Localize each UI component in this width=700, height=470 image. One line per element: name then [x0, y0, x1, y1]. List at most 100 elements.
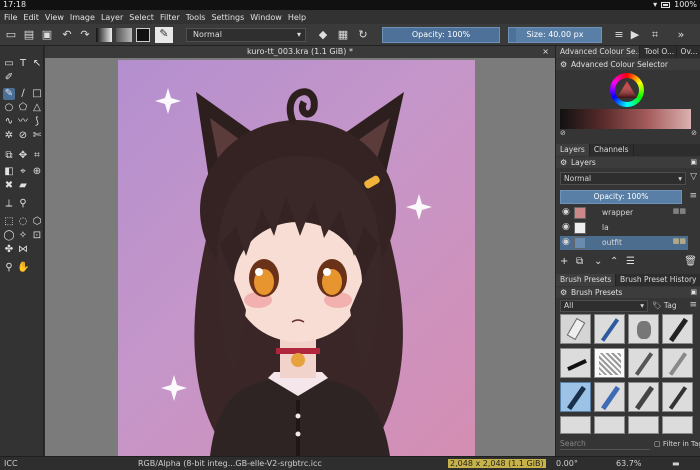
brush-preset-chalk[interactable] [628, 382, 659, 412]
color-picker-icon[interactable]: ⌖ [17, 166, 29, 178]
menu-icon[interactable]: ≡ [689, 300, 697, 310]
crop-tool-icon[interactable]: ⌗ [31, 150, 43, 162]
preset-search-field[interactable]: Search [560, 438, 650, 450]
menu-image[interactable]: Image [70, 13, 95, 22]
layer-opacity-slider[interactable]: Opacity: 100% [560, 190, 682, 204]
preset-filter-select[interactable]: All ▾ [560, 300, 648, 312]
brush-preset-marker[interactable] [662, 314, 693, 344]
properties-icon[interactable]: ☰ [626, 256, 635, 267]
brush-preset-ink[interactable] [560, 348, 591, 378]
crop-icon[interactable]: ⌗ [648, 28, 662, 42]
layer-flags-icon[interactable]: ▦▦ [673, 207, 686, 215]
eye-icon[interactable]: ◉ [562, 237, 570, 247]
color-swap-icon[interactable] [136, 28, 150, 42]
play-icon[interactable]: ▶ [628, 28, 642, 42]
magnetic-select-icon[interactable]: ⋈ [17, 244, 29, 256]
line-tool-icon[interactable]: ∕ [17, 88, 29, 100]
eye-icon[interactable]: ◉ [562, 222, 570, 232]
duplicate-layer-icon[interactable]: ⧉ [576, 256, 583, 267]
layer-row[interactable]: ◉ wrapper ▦▦ [560, 206, 688, 220]
contiguous-select-icon[interactable]: ✧ [17, 230, 29, 242]
menu-file[interactable]: File [4, 13, 17, 22]
menu-help[interactable]: Help [288, 13, 306, 22]
close-icon[interactable]: × [542, 46, 549, 58]
measure-tool-icon[interactable]: ⟂ [3, 198, 15, 210]
tab-preset-history[interactable]: Brush Preset History [616, 274, 700, 286]
transform-tool-icon[interactable]: ⧉ [3, 150, 15, 162]
blend-mode-select[interactable]: Normal ▾ [186, 28, 306, 42]
gradient-swatch[interactable] [96, 28, 112, 42]
layer-row[interactable]: ◉ la [560, 221, 688, 235]
menu-settings[interactable]: Settings [211, 13, 244, 22]
tab-tool-options[interactable]: Tool O... [640, 46, 677, 58]
zoom-level[interactable]: 63.7% [616, 459, 641, 468]
rectangle-tool-icon[interactable]: □ [31, 88, 43, 100]
brush-preset-more-4[interactable] [662, 416, 693, 434]
eye-icon[interactable]: ◉ [562, 207, 570, 217]
zoom-tool-icon[interactable]: ⚲ [3, 262, 15, 274]
new-document-icon[interactable]: ▭ [4, 28, 18, 42]
menu-window[interactable]: Window [250, 13, 282, 22]
colour-history-strip[interactable] [560, 109, 691, 129]
multibrush-icon[interactable]: ✲ [3, 130, 15, 142]
menu-filter[interactable]: Filter [160, 13, 180, 22]
brush-preset-airbrush[interactable] [628, 314, 659, 344]
brush-preset-more-1[interactable] [560, 416, 591, 434]
freehand-brush-icon[interactable]: ✎ [3, 88, 15, 100]
freehand-path-icon[interactable]: 〰 [17, 116, 29, 128]
layer-row-selected[interactable]: ◉ outfit ▦▦ [560, 236, 688, 250]
value-triangle[interactable] [616, 79, 638, 101]
brush-preset-more-2[interactable] [594, 416, 625, 434]
enclose-fill-icon[interactable]: ▰ [17, 180, 29, 192]
polygon-tool-icon[interactable]: ⬠ [17, 102, 29, 114]
redo-icon[interactable]: ↷ [78, 28, 92, 42]
menu-select[interactable]: Select [129, 13, 154, 22]
text-tool-icon[interactable]: T [17, 58, 29, 70]
bezier-select-icon[interactable]: ✤ [3, 244, 15, 256]
gradient-tool-icon[interactable]: ◧ [3, 166, 15, 178]
menu-edit[interactable]: Edit [23, 13, 39, 22]
brush-preset-more-3[interactable] [628, 416, 659, 434]
move-up-icon[interactable]: ⌃ [610, 256, 618, 267]
bezier-tool-icon[interactable]: ∿ [3, 116, 15, 128]
ellipse-tool-icon[interactable]: ○ [3, 102, 15, 114]
canvas-area[interactable] [45, 58, 555, 456]
ellipse-select-icon[interactable]: ◌ [17, 216, 29, 228]
polygon-select-icon[interactable]: ⬡ [31, 216, 43, 228]
gear-icon[interactable]: ⚙ [560, 59, 567, 70]
brush-preset-blender[interactable] [628, 348, 659, 378]
close-icon[interactable]: ▣ [690, 157, 697, 168]
color-profile[interactable]: RGB/Alpha (8-bit integ...GB-elle-V2-srgb… [138, 459, 322, 468]
reload-preset-icon[interactable]: ↻ [356, 28, 370, 42]
pan-tool-icon[interactable]: ✋ [17, 262, 29, 274]
brush-preset-eraser[interactable] [560, 314, 591, 344]
menu-view[interactable]: View [45, 13, 64, 22]
brush-preset-smudge[interactable] [662, 348, 693, 378]
undo-icon[interactable]: ↶ [60, 28, 74, 42]
edit-shapes-icon[interactable]: ↖ [31, 58, 43, 70]
add-layer-icon[interactable]: + [560, 256, 568, 267]
brush-preset-pencil[interactable] [594, 314, 625, 344]
tab-brush-presets[interactable]: Brush Presets [556, 274, 616, 286]
move-down-icon[interactable]: ⌄ [594, 256, 602, 267]
brush-preset-fill[interactable] [594, 382, 625, 412]
tab-overview[interactable]: Ov... [677, 46, 700, 58]
tab-channels[interactable]: Channels [590, 144, 634, 156]
colorize-mask-icon[interactable]: ⊕ [31, 166, 43, 178]
brush-preset-sketch[interactable] [662, 382, 693, 412]
tab-layers[interactable]: Layers [556, 144, 590, 156]
reference-tool-icon[interactable]: ⚲ [17, 198, 29, 210]
outline-select-icon[interactable]: ◯ [3, 230, 15, 242]
brush-preset-selected[interactable] [560, 382, 591, 412]
pattern-swatch[interactable] [116, 28, 132, 42]
opacity-slider[interactable]: Opacity: 100% [382, 27, 500, 43]
brush-preset-texture[interactable] [594, 348, 625, 378]
more-icon[interactable]: » [674, 28, 688, 42]
brush-preset-icon[interactable]: ✎ [155, 27, 173, 43]
similar-select-icon[interactable]: ⊡ [31, 230, 43, 242]
close-icon[interactable]: ▣ [690, 287, 697, 298]
zoom-slider-icon[interactable]: ▬ [672, 459, 680, 468]
smart-patch-icon[interactable]: ⊘ [17, 130, 29, 142]
colour-selector[interactable]: ⊘ ⊘ [560, 71, 697, 139]
rotation[interactable]: 0.00° [556, 459, 578, 468]
